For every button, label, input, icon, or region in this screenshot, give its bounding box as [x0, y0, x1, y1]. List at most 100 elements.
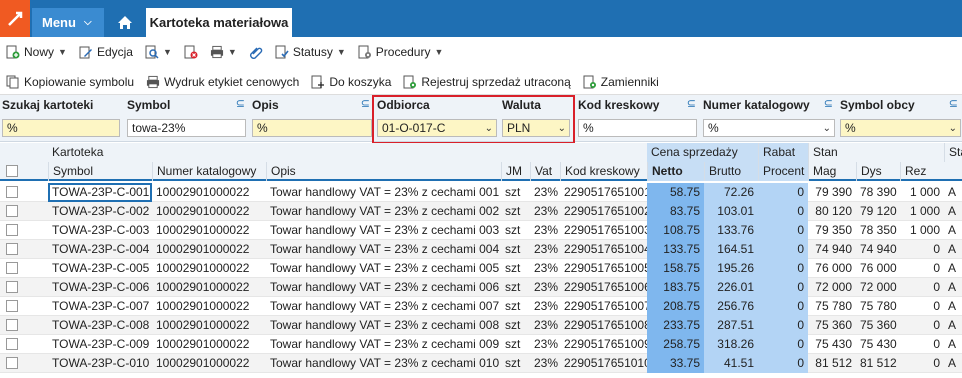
- cell-rez[interactable]: 0: [900, 354, 944, 373]
- cell-symbol[interactable]: TOWA-23P-C-003: [48, 221, 152, 240]
- sort-icon[interactable]: ⊆: [949, 97, 958, 110]
- table-row[interactable]: TOWA-23P-C-002 10002901000022 Towar handlo…: [0, 202, 962, 221]
- cell-vat[interactable]: 23%: [530, 183, 560, 202]
- cell-vat[interactable]: 23%: [530, 297, 560, 316]
- cell-brutto[interactable]: 318.26: [704, 335, 758, 354]
- table-row[interactable]: TOWA-23P-C-006 10002901000022 Towar handlo…: [0, 278, 962, 297]
- cell-procent[interactable]: 0: [758, 316, 808, 335]
- cell-numer[interactable]: 10002901000022: [152, 240, 266, 259]
- row-checkbox[interactable]: [6, 300, 18, 312]
- cell-mag[interactable]: 80 120: [808, 202, 856, 221]
- cell-vat[interactable]: 23%: [530, 278, 560, 297]
- row-checkbox[interactable]: [6, 224, 18, 236]
- cell-netto[interactable]: 83.75: [647, 202, 704, 221]
- cell-rez[interactable]: 0: [900, 297, 944, 316]
- cell-opis[interactable]: Towar handlowy VAT = 23% z cechami 008: [266, 316, 501, 335]
- cell-mag[interactable]: 75 360: [808, 316, 856, 335]
- opis-field[interactable]: %: [252, 119, 372, 137]
- sort-icon[interactable]: ⊆: [687, 97, 696, 110]
- row-checkbox[interactable]: [6, 262, 18, 274]
- col-opis[interactable]: Opis: [266, 162, 501, 181]
- cell-netto[interactable]: 208.75: [647, 297, 704, 316]
- cell-symbol[interactable]: TOWA-23P-C-001: [48, 183, 152, 202]
- cell-kod[interactable]: 2290517651005: [560, 259, 647, 278]
- cell-dys[interactable]: 75 780: [856, 297, 900, 316]
- delete-button[interactable]: [178, 45, 204, 59]
- odbiorca-select[interactable]: 01-O-017-C ⌄: [377, 119, 497, 137]
- cell-sta[interactable]: A: [944, 202, 962, 221]
- home-button[interactable]: [110, 8, 140, 37]
- cell-jm[interactable]: szt: [501, 354, 530, 373]
- cell-kod[interactable]: 2290517651008: [560, 316, 647, 335]
- row-checkbox[interactable]: [6, 338, 18, 350]
- sort-icon[interactable]: ⊆: [236, 97, 245, 110]
- cell-sta[interactable]: A: [944, 335, 962, 354]
- cell-opis[interactable]: Towar handlowy VAT = 23% z cechami 010: [266, 354, 501, 373]
- cell-symbol[interactable]: TOWA-23P-C-004: [48, 240, 152, 259]
- cell-opis[interactable]: Towar handlowy VAT = 23% z cechami 002: [266, 202, 501, 221]
- cell-vat[interactable]: 23%: [530, 259, 560, 278]
- cell-numer[interactable]: 10002901000022: [152, 297, 266, 316]
- cell-jm[interactable]: szt: [501, 202, 530, 221]
- cell-netto[interactable]: 133.75: [647, 240, 704, 259]
- cell-kod[interactable]: 2290517651002: [560, 202, 647, 221]
- row-checkbox[interactable]: [6, 281, 18, 293]
- cell-jm[interactable]: szt: [501, 221, 530, 240]
- cell-dys[interactable]: 75 360: [856, 316, 900, 335]
- table-row[interactable]: TOWA-23P-C-001 10002901000022 Towar handlo…: [0, 183, 962, 202]
- cell-mag[interactable]: 75 780: [808, 297, 856, 316]
- row-checkbox[interactable]: [6, 357, 18, 369]
- select-all-checkbox[interactable]: [6, 165, 18, 177]
- cell-mag[interactable]: 75 430: [808, 335, 856, 354]
- tab-kartoteka[interactable]: Kartoteka materiałowa: [146, 8, 292, 37]
- cell-brutto[interactable]: 256.76: [704, 297, 758, 316]
- cell-jm[interactable]: szt: [501, 278, 530, 297]
- to-cart-button[interactable]: Do koszyka: [305, 75, 397, 89]
- cell-opis[interactable]: Towar handlowy VAT = 23% z cechami 004: [266, 240, 501, 259]
- cell-rez[interactable]: 0: [900, 316, 944, 335]
- cell-procent[interactable]: 0: [758, 240, 808, 259]
- cell-brutto[interactable]: 72.26: [704, 183, 758, 202]
- cell-mag[interactable]: 74 940: [808, 240, 856, 259]
- cell-dys[interactable]: 79 120: [856, 202, 900, 221]
- cell-netto[interactable]: 108.75: [647, 221, 704, 240]
- kod-field[interactable]: %: [578, 119, 697, 137]
- table-row[interactable]: TOWA-23P-C-004 10002901000022 Towar handlo…: [0, 240, 962, 259]
- col-vat[interactable]: Vat: [530, 162, 560, 181]
- cell-dys[interactable]: 78 350: [856, 221, 900, 240]
- table-row[interactable]: TOWA-23P-C-010 10002901000022 Towar handlo…: [0, 354, 962, 373]
- cell-mag[interactable]: 79 350: [808, 221, 856, 240]
- lost-sale-button[interactable]: Rejestruj sprzedaż utraconą: [397, 75, 576, 89]
- procedures-button[interactable]: Procedury ▼: [352, 45, 450, 59]
- cell-sta[interactable]: A: [944, 221, 962, 240]
- cell-jm[interactable]: szt: [501, 240, 530, 259]
- cell-mag[interactable]: 81 512: [808, 354, 856, 373]
- statuses-button[interactable]: Statusy ▼: [269, 45, 352, 59]
- cell-mag[interactable]: 72 000: [808, 278, 856, 297]
- cell-procent[interactable]: 0: [758, 297, 808, 316]
- cell-opis[interactable]: Towar handlowy VAT = 23% z cechami 005: [266, 259, 501, 278]
- cell-rez[interactable]: 1 000: [900, 221, 944, 240]
- cell-vat[interactable]: 23%: [530, 221, 560, 240]
- cell-netto[interactable]: 233.75: [647, 316, 704, 335]
- cell-numer[interactable]: 10002901000022: [152, 316, 266, 335]
- menu-button[interactable]: Menu ⌵: [32, 8, 104, 37]
- cell-jm[interactable]: szt: [501, 335, 530, 354]
- cell-dys[interactable]: 81 512: [856, 354, 900, 373]
- numer-select[interactable]: % ⌄: [703, 119, 835, 137]
- col-rez[interactable]: Rez: [900, 162, 944, 181]
- row-checkbox[interactable]: [6, 319, 18, 331]
- cell-brutto[interactable]: 164.51: [704, 240, 758, 259]
- cell-rez[interactable]: 0: [900, 259, 944, 278]
- cell-procent[interactable]: 0: [758, 335, 808, 354]
- row-checkbox[interactable]: [6, 186, 18, 198]
- col-symbol[interactable]: Symbol: [48, 162, 152, 181]
- cell-vat[interactable]: 23%: [530, 202, 560, 221]
- cell-sta[interactable]: A: [944, 259, 962, 278]
- sort-icon[interactable]: ⊆: [361, 97, 370, 110]
- cell-vat[interactable]: 23%: [530, 354, 560, 373]
- cell-procent[interactable]: 0: [758, 221, 808, 240]
- cell-dys[interactable]: 72 000: [856, 278, 900, 297]
- cell-jm[interactable]: szt: [501, 316, 530, 335]
- cell-sta[interactable]: A: [944, 297, 962, 316]
